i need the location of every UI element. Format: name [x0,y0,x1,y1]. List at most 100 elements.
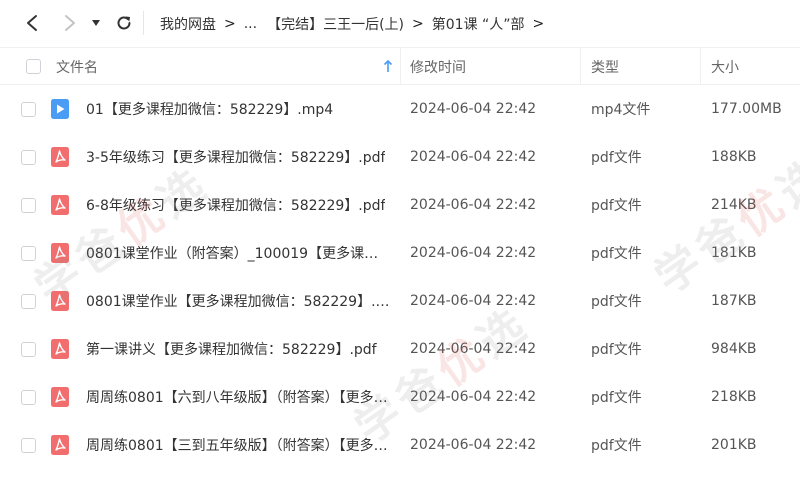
column-divider[interactable] [700,48,701,85]
file-name[interactable]: 3-5年级练习【更多课程加微信：582229】.pdf [86,133,394,181]
table-row[interactable]: 周周练0801【三到五年级版】（附答案）【更多课程加微信：582229】.pdf… [0,421,800,469]
row-checkbox[interactable] [21,149,36,165]
file-size: 188KB [711,149,757,165]
refresh-icon [117,16,131,30]
pdf-file-icon [51,291,69,311]
pdf-file-icon [51,339,69,359]
column-header-size[interactable]: 大小 [711,48,739,85]
file-size: 218KB [711,389,757,405]
file-modified: 2024-06-04 22:42 [410,149,537,165]
file-size: 214KB [711,197,757,213]
file-list: 01【更多课程加微信：582229】.mp4 2024-06-04 22:42 … [0,85,800,469]
row-checkbox[interactable] [21,197,36,213]
row-checkbox[interactable] [21,341,36,357]
file-size: 187KB [711,293,757,309]
sort-ascending-icon[interactable] [383,59,393,73]
file-size: 201KB [711,437,757,453]
row-checkbox-cell [21,229,36,277]
column-header-name[interactable]: 文件名 [56,48,98,85]
select-all-checkbox-cell [26,48,41,85]
file-name[interactable]: 0801课堂作业【更多课程加微信：582229】.pdf [86,277,394,325]
file-type: pdf文件 [591,438,642,454]
row-checkbox[interactable] [21,437,36,453]
row-checkbox-cell [21,325,36,373]
breadcrumb-separator: > [224,15,236,32]
file-name[interactable]: 6-8年级练习【更多课程加微信：582229】.pdf [86,181,394,229]
nav-divider [143,11,144,35]
file-name-text: 0801课堂作业【更多课程加微信：582229】.pdf [86,294,391,310]
file-size: 181KB [711,245,757,261]
file-modified: 2024-06-04 22:42 [410,245,537,261]
file-modified: 2024-06-04 22:42 [410,197,537,213]
column-divider[interactable] [400,48,401,85]
file-name-text: 第一课讲义【更多课程加微信：582229】.pdf [86,342,377,358]
file-name-text: 6-8年级练习【更多课程加微信：582229】.pdf [86,198,386,214]
file-name[interactable]: 01【更多课程加微信：582229】.mp4 [86,85,394,133]
table-row[interactable]: 周周练0801【六到八年级版】（附答案）【更多课程加微信：582229】.pdf… [0,373,800,421]
file-modified: 2024-06-04 22:42 [410,293,537,309]
table-row[interactable]: 3-5年级练习【更多课程加微信：582229】.pdf 2024-06-04 2… [0,133,800,181]
pdf-file-icon [51,435,69,455]
pdf-file-icon [51,195,69,215]
file-modified: 2024-06-04 22:42 [410,389,537,405]
file-list-header: 文件名 修改时间 类型 大小 [0,47,800,85]
row-checkbox-cell [21,373,36,421]
file-type: pdf文件 [591,390,642,406]
file-name-text: 周周练0801【六到八年级版】（附答案）【更多课程加微信：582229】.pdf [86,390,391,406]
history-dropdown-button[interactable] [86,9,106,37]
table-row[interactable]: 0801课堂作业（附答案）_100019【更多课程加微信：582229】.pdf… [0,229,800,277]
video-file-icon [51,99,69,119]
file-name[interactable]: 周周练0801【六到八年级版】（附答案）【更多课程加微信：582229】.pdf [86,373,394,421]
refresh-button[interactable] [110,9,138,37]
row-checkbox[interactable] [21,389,36,405]
row-checkbox-cell [21,133,36,181]
pdf-file-icon [51,387,69,407]
breadcrumb: 我的网盘 > ... 【完结】三王一后(上) > 第01课 “人”部 > [160,0,552,47]
file-size: 177.00MB [711,101,782,117]
file-type: pdf文件 [591,342,642,358]
pdf-file-icon [51,243,69,263]
breadcrumb-separator: > [412,15,424,32]
file-type: pdf文件 [591,294,642,310]
column-header-modified[interactable]: 修改时间 [410,48,466,85]
row-checkbox[interactable] [21,245,36,261]
file-modified: 2024-06-04 22:42 [410,341,537,357]
navigation-bar: 我的网盘 > ... 【完结】三王一后(上) > 第01课 “人”部 > [0,0,800,47]
file-modified: 2024-06-04 22:42 [410,101,537,117]
row-checkbox-cell [21,277,36,325]
breadcrumb-separator: > [532,15,545,32]
breadcrumb-item-lesson[interactable]: 第01课 “人”部 [432,14,525,34]
file-name[interactable]: 0801课堂作业（附答案）_100019【更多课程加微信：582229】.pdf [86,229,394,277]
file-type: pdf文件 [591,150,642,166]
breadcrumb-item-ellipsis[interactable]: ... [244,16,257,32]
select-all-checkbox[interactable] [26,59,41,74]
file-type: mp4文件 [591,102,651,118]
breadcrumb-item-root[interactable]: 我的网盘 [160,14,216,34]
table-row[interactable]: 01【更多课程加微信：582229】.mp4 2024-06-04 22:42 … [0,85,800,133]
file-name-text: 3-5年级练习【更多课程加微信：582229】.pdf [86,150,386,166]
column-divider[interactable] [580,48,581,85]
column-header-type[interactable]: 类型 [591,48,619,85]
table-row[interactable]: 6-8年级练习【更多课程加微信：582229】.pdf 2024-06-04 2… [0,181,800,229]
back-button[interactable] [18,9,46,37]
pdf-file-icon [51,147,69,167]
row-checkbox[interactable] [21,293,36,309]
chevron-right-icon [65,15,75,31]
row-checkbox-cell [21,181,36,229]
file-name[interactable]: 第一课讲义【更多课程加微信：582229】.pdf [86,325,394,373]
table-row[interactable]: 第一课讲义【更多课程加微信：582229】.pdf 2024-06-04 22:… [0,325,800,373]
file-type: pdf文件 [591,198,642,214]
file-name[interactable]: 周周练0801【三到五年级版】（附答案）【更多课程加微信：582229】.pdf [86,421,394,469]
file-size: 984KB [711,341,757,357]
table-row[interactable]: 0801课堂作业【更多课程加微信：582229】.pdf 2024-06-04 … [0,277,800,325]
breadcrumb-item-course[interactable]: 【完结】三王一后(上) [267,14,404,34]
file-modified: 2024-06-04 22:42 [410,437,537,453]
chevron-left-icon [27,15,37,31]
triangle-down-icon [92,20,100,26]
file-type: pdf文件 [591,246,642,262]
forward-button[interactable] [56,9,84,37]
row-checkbox[interactable] [21,101,36,117]
row-checkbox-cell [21,85,36,133]
file-name-text: 0801课堂作业（附答案）_100019【更多课程加微信：582229】.pdf [86,246,391,262]
file-name-text: 周周练0801【三到五年级版】（附答案）【更多课程加微信：582229】.pdf [86,438,391,454]
